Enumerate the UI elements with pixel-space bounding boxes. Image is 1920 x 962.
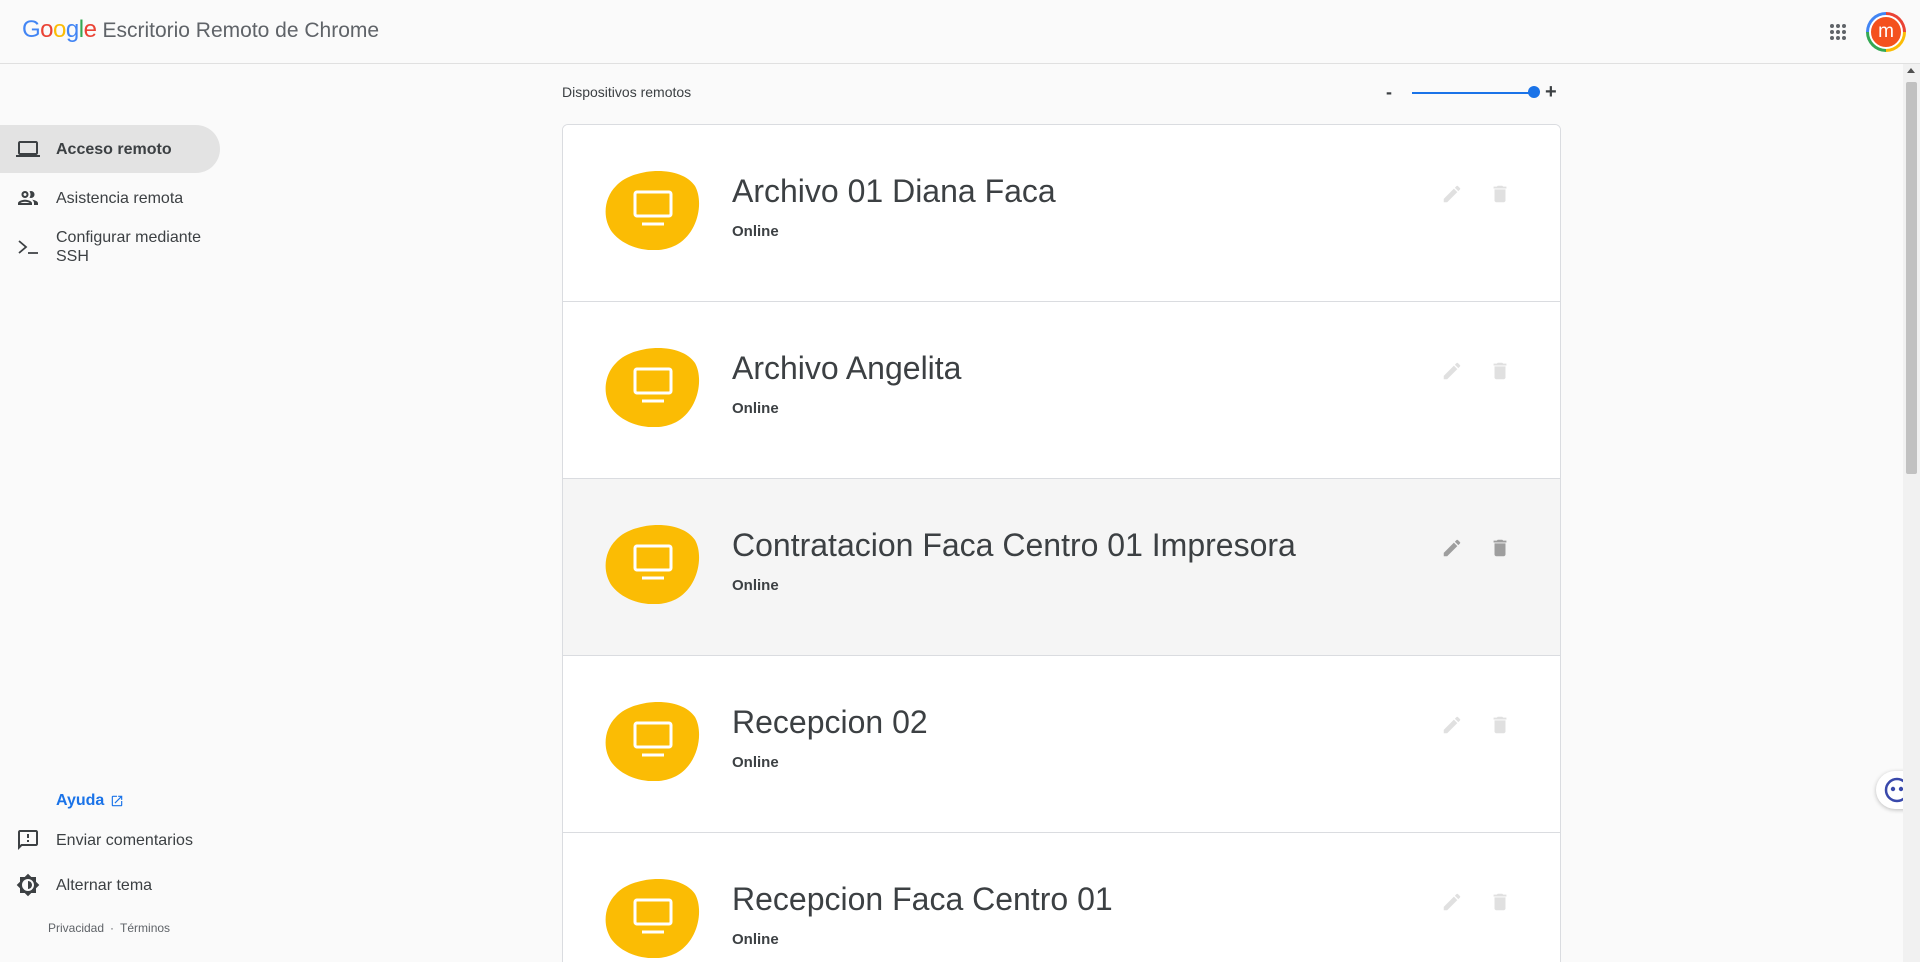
device-name: Contratacion Faca Centro 01 Impresora xyxy=(732,527,1296,563)
edit-icon[interactable] xyxy=(1438,180,1466,208)
privacy-link[interactable]: Privacidad xyxy=(48,921,104,935)
section-title: Dispositivos remotos xyxy=(562,84,692,100)
apps-grid-icon[interactable] xyxy=(1826,20,1850,44)
toggle-theme-button[interactable]: Alternar tema xyxy=(0,865,220,905)
scroll-up-arrow-icon[interactable] xyxy=(1907,68,1915,73)
app-title: Escritorio Remoto de Chrome xyxy=(102,19,380,42)
zoom-out-button[interactable]: - xyxy=(1386,82,1392,103)
edit-icon[interactable] xyxy=(1438,711,1466,739)
zoom-slider-thumb[interactable] xyxy=(1528,86,1540,98)
theme-label: Alternar tema xyxy=(56,876,153,894)
delete-icon[interactable] xyxy=(1486,180,1514,208)
sidebar-item-acceso-remoto[interactable]: Acceso remoto xyxy=(0,125,220,173)
people-icon xyxy=(18,191,38,205)
delete-icon[interactable] xyxy=(1486,357,1514,385)
device-name: Recepcion 02 xyxy=(732,704,928,740)
device-status: Online xyxy=(732,754,779,771)
computer-icon xyxy=(605,171,700,250)
device-status: Online xyxy=(732,931,779,948)
sidebar: Acceso remoto Asistencia remota Configur… xyxy=(0,64,230,962)
feedback-icon xyxy=(18,830,38,850)
footer-links: Privacidad · Términos xyxy=(48,921,170,935)
edit-icon[interactable] xyxy=(1438,357,1466,385)
device-card[interactable]: Recepcion 02 Online xyxy=(563,656,1560,833)
google-wordmark: Google xyxy=(22,16,97,43)
top-app-bar: Google Escritorio Remoto de Chrome m xyxy=(0,0,1920,64)
delete-icon[interactable] xyxy=(1486,711,1514,739)
device-card[interactable]: Archivo Angelita Online xyxy=(563,302,1560,479)
page-scrollbar[interactable] xyxy=(1903,64,1920,962)
help-link[interactable]: Ayuda xyxy=(56,792,124,810)
computer-icon xyxy=(605,525,700,604)
edit-icon[interactable] xyxy=(1438,888,1466,916)
zoom-in-button[interactable]: + xyxy=(1545,81,1557,104)
computer-icon xyxy=(605,702,700,781)
sidebar-item-asistencia-remota[interactable]: Asistencia remota xyxy=(0,174,220,222)
device-name: Archivo Angelita xyxy=(732,350,962,386)
sidebar-item-label: Asistencia remota xyxy=(56,189,184,207)
device-status: Online xyxy=(732,577,779,594)
terminal-icon xyxy=(18,240,38,254)
zoom-slider[interactable] xyxy=(1412,86,1540,98)
sidebar-item-label: Configurar mediante SSH xyxy=(56,229,201,265)
device-card[interactable]: Recepcion Faca Centro 01 Online xyxy=(563,833,1560,962)
theme-icon xyxy=(16,873,40,897)
open-in-new-icon xyxy=(112,795,123,807)
device-list: Archivo 01 Diana Faca Online Archivo Ang… xyxy=(562,124,1561,962)
footer-separator: · xyxy=(110,921,115,935)
device-status: Online xyxy=(732,223,779,240)
delete-icon[interactable] xyxy=(1486,534,1514,562)
zoom-slider-fill xyxy=(1412,92,1534,94)
device-status: Online xyxy=(732,400,779,417)
sidebar-item-label: Acceso remoto xyxy=(56,140,172,158)
device-card[interactable]: Archivo 01 Diana Faca Online xyxy=(563,125,1560,302)
computer-icon xyxy=(605,879,700,958)
edit-icon[interactable] xyxy=(1438,534,1466,562)
delete-icon[interactable] xyxy=(1486,888,1514,916)
sidebar-item-ssh[interactable]: Configurar mediante SSH xyxy=(0,222,220,272)
product-logo[interactable]: Google Escritorio Remoto de Chrome xyxy=(22,16,379,44)
device-card[interactable]: Contratacion Faca Centro 01 Impresora On… xyxy=(563,479,1560,656)
device-name: Recepcion Faca Centro 01 xyxy=(732,881,1113,917)
scrollbar-thumb[interactable] xyxy=(1906,82,1917,474)
terms-link[interactable]: Términos xyxy=(120,921,170,935)
device-name: Archivo 01 Diana Faca xyxy=(732,173,1056,209)
account-avatar[interactable]: m xyxy=(1866,12,1906,52)
laptop-icon xyxy=(16,141,40,157)
avatar-letter: m xyxy=(1869,15,1903,49)
feedback-label: Enviar comentarios xyxy=(56,831,193,849)
feedback-button[interactable]: Enviar comentarios xyxy=(0,820,220,860)
help-label: Ayuda xyxy=(56,792,105,809)
computer-icon xyxy=(605,348,700,427)
